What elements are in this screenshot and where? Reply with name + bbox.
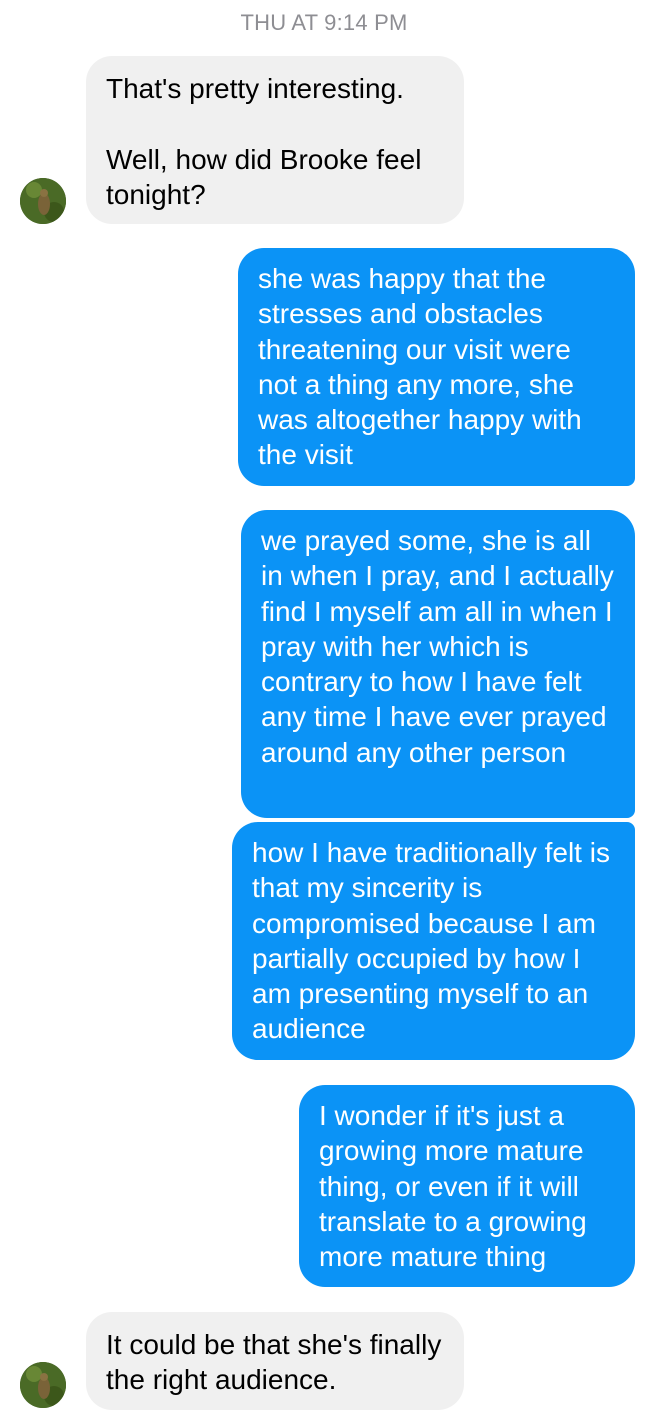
outgoing-message-bubble[interactable]: how I have traditionally felt is that my… — [232, 822, 635, 1060]
avatar-photo-icon[interactable] — [20, 178, 66, 224]
incoming-message-bubble[interactable]: It could be that she's finally the right… — [86, 1312, 464, 1410]
outgoing-message-bubble[interactable]: we prayed some, she is all in when I pra… — [241, 510, 635, 818]
timestamp: THU AT 9:14 PM — [240, 10, 408, 35]
outgoing-message-bubble[interactable]: I wonder if it's just a growing more mat… — [299, 1085, 635, 1287]
avatar-photo-icon[interactable] — [20, 1362, 66, 1408]
incoming-message-bubble[interactable]: That's pretty interesting. Well, how did… — [86, 56, 464, 224]
outgoing-message-bubble[interactable]: she was happy that the stresses and obst… — [238, 248, 635, 486]
